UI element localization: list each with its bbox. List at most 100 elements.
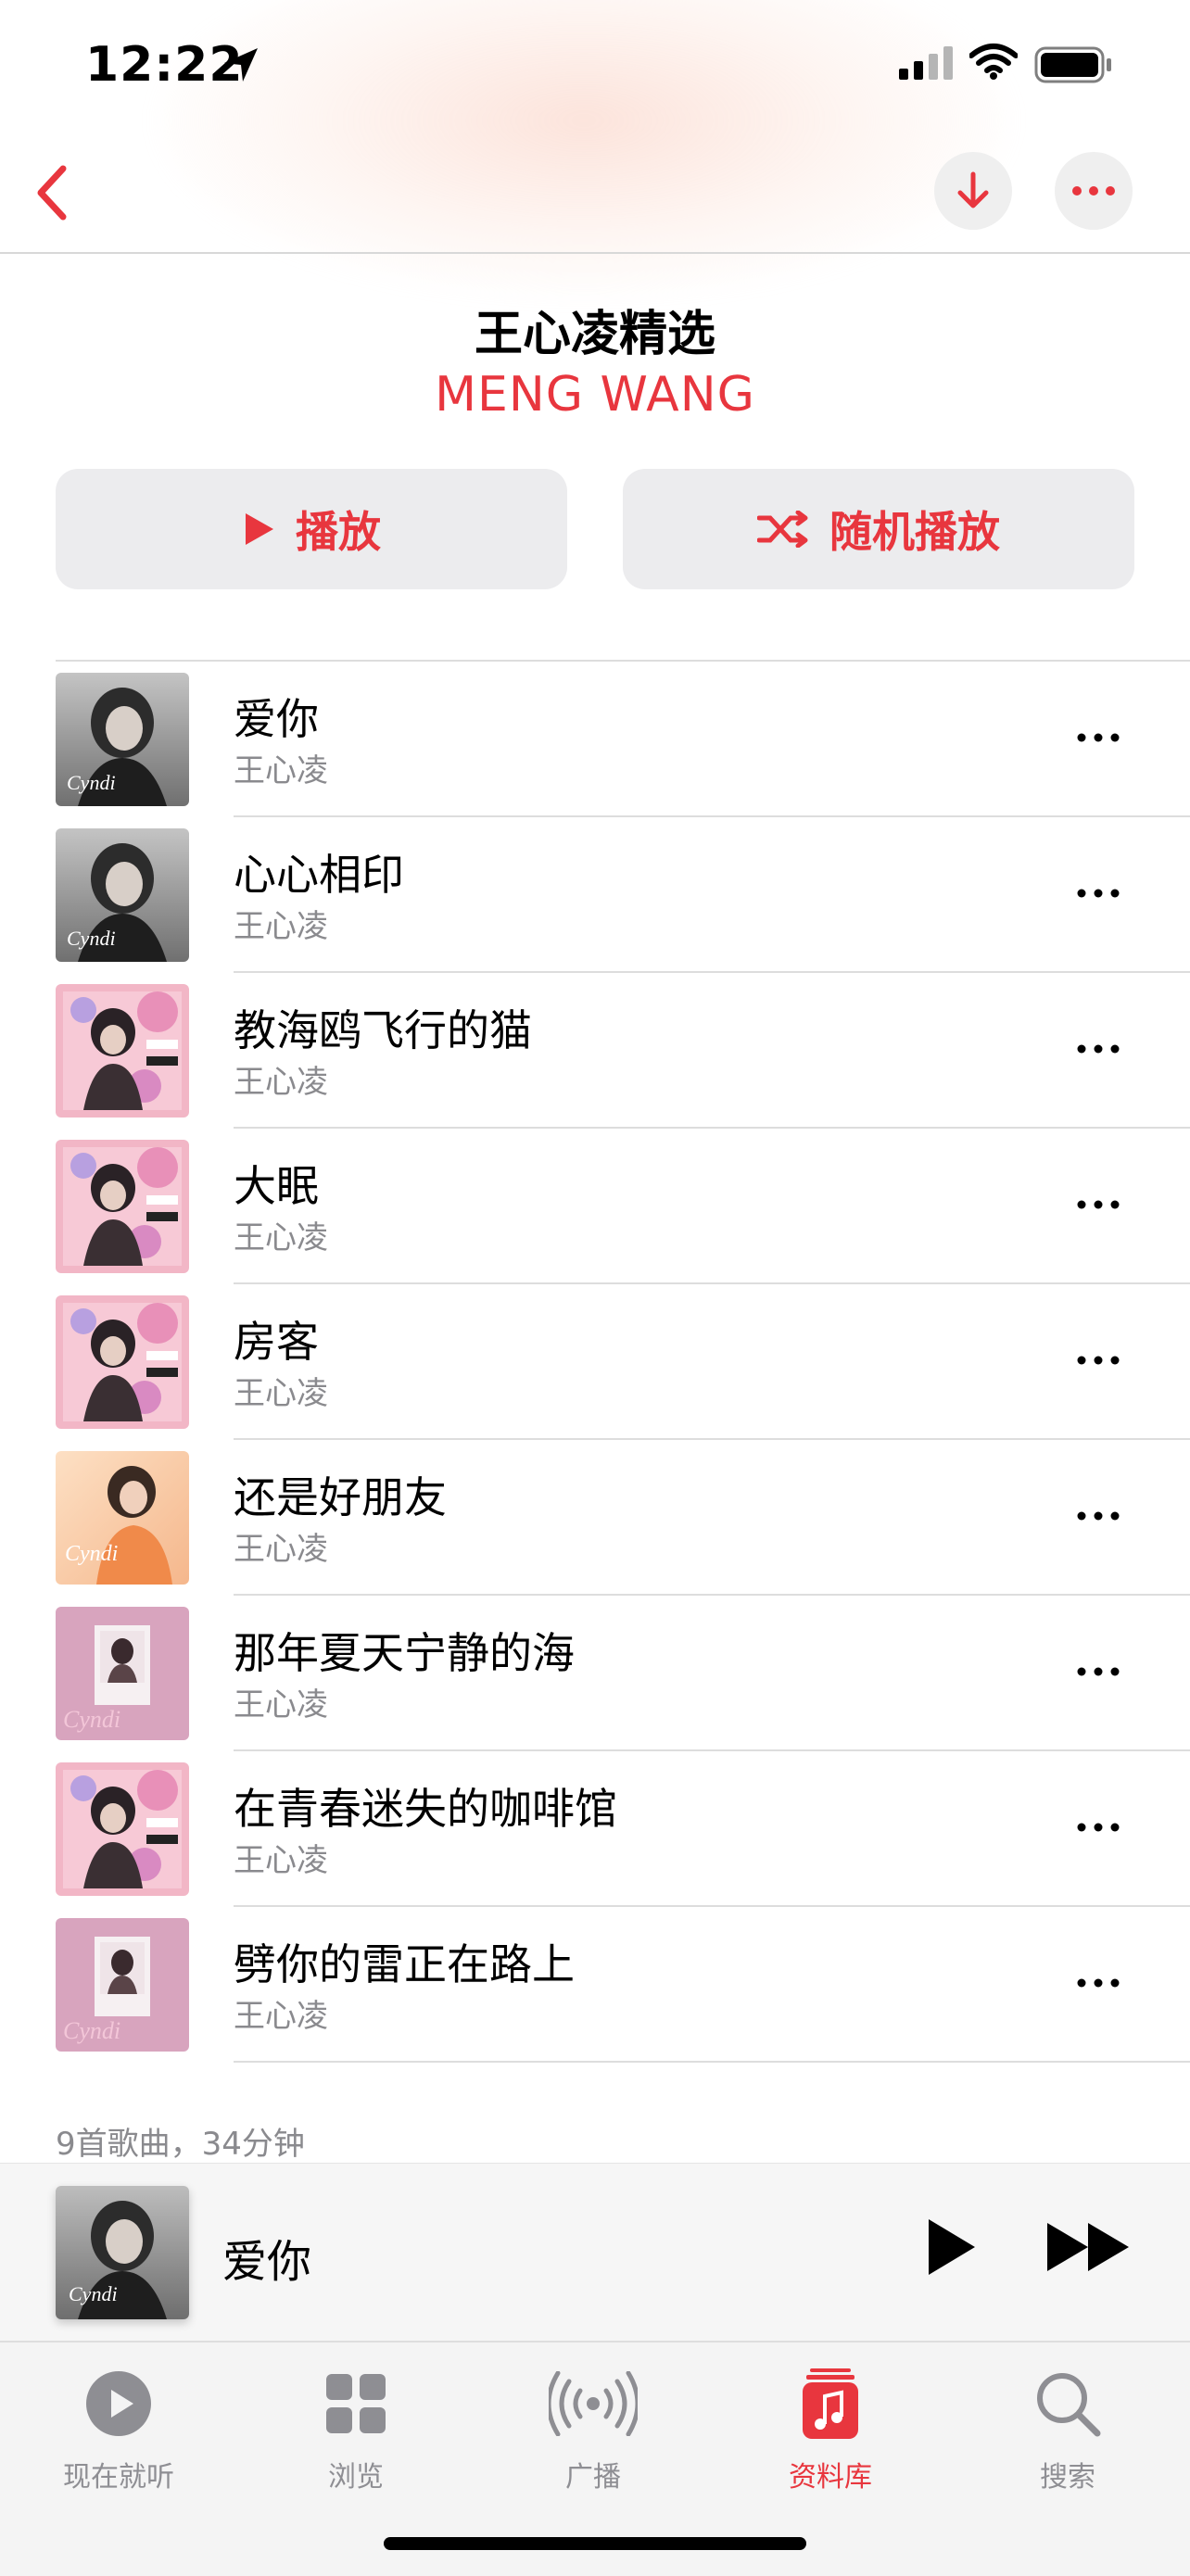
song-more-button[interactable]: [1066, 1651, 1131, 1692]
song-artwork: Cyndi: [56, 828, 189, 962]
song-more-button[interactable]: [1066, 1496, 1131, 1536]
song-artwork: Cyndi: [56, 673, 189, 806]
ellipsis-icon: [1077, 1511, 1120, 1521]
song-artwork: [56, 984, 189, 1118]
song-row[interactable]: Cyndi 还是好朋友王心凌: [0, 1440, 1190, 1596]
song-artist: 王心凌: [234, 1531, 328, 1568]
song-row[interactable]: 在青春迷失的咖啡馆王心凌: [0, 1751, 1190, 1907]
svg-text:Cyndi: Cyndi: [69, 2282, 118, 2305]
song-artist: 王心凌: [234, 1998, 328, 2035]
song-more-button[interactable]: [1066, 1184, 1131, 1225]
play-circle-icon: [86, 2371, 151, 2436]
tab-listen-now[interactable]: 现在就听: [26, 2361, 211, 2494]
more-options-button[interactable]: [1055, 152, 1133, 230]
song-artwork: Cyndi: [56, 1607, 189, 1740]
ellipsis-icon: [1077, 1978, 1120, 1988]
song-title: 爱你: [234, 694, 319, 744]
ellipsis-icon: [1077, 1823, 1120, 1832]
ellipsis-icon: [1077, 1667, 1120, 1676]
song-more-button[interactable]: [1066, 1029, 1131, 1069]
tab-label: 广播: [565, 2461, 621, 2494]
tab-radio[interactable]: 广播: [500, 2361, 686, 2494]
shuffle-label: 随机播放: [829, 507, 1000, 557]
status-time: 12:22: [85, 37, 244, 93]
ellipsis-icon: [1077, 1044, 1120, 1054]
song-row[interactable]: Cyndi 那年夏天宁静的海王心凌: [0, 1596, 1190, 1751]
search-icon: [1037, 2373, 1101, 2437]
song-artwork: [56, 1140, 189, 1273]
song-row[interactable]: Cyndi 心心相印王心凌: [0, 817, 1190, 973]
mini-player[interactable]: Cyndi 爱你: [0, 2163, 1190, 2342]
song-artwork: Cyndi: [56, 1918, 189, 2052]
now-playing-artwork: Cyndi: [56, 2186, 189, 2319]
tab-library[interactable]: 资料库: [738, 2361, 923, 2494]
song-row[interactable]: 教海鸥飞行的猫王心凌: [0, 973, 1190, 1129]
svg-text:Cyndi: Cyndi: [63, 1706, 120, 1733]
tab-label: 资料库: [789, 2461, 872, 2494]
location-arrow-icon: [224, 48, 258, 82]
song-title: 房客: [234, 1317, 319, 1367]
row-divider: [234, 2061, 1190, 2063]
song-artist: 王心凌: [234, 1375, 328, 1412]
tab-label: 浏览: [328, 2461, 384, 2494]
music-library-icon: [803, 2368, 858, 2439]
playlist-artist[interactable]: MENG WANG: [0, 367, 1190, 423]
song-artist: 王心凌: [234, 1064, 328, 1101]
playlist-summary: 9首歌曲，34分钟: [56, 2126, 305, 2163]
song-artist: 王心凌: [234, 1219, 328, 1256]
song-title: 那年夏天宁静的海: [234, 1628, 575, 1678]
tab-search[interactable]: 搜索: [975, 2361, 1160, 2494]
battery-icon: [1034, 46, 1111, 83]
song-more-button[interactable]: [1066, 873, 1131, 914]
song-more-button[interactable]: [1066, 1340, 1131, 1381]
status-bar: 12:22: [0, 0, 1190, 130]
wifi-icon: [969, 44, 1018, 80]
song-row[interactable]: Cyndi 劈你的雷正在路上王心凌: [0, 1907, 1190, 2063]
playlist-title: 王心凌精选: [474, 307, 715, 362]
download-button[interactable]: [934, 152, 1012, 230]
tab-browse[interactable]: 浏览: [263, 2361, 449, 2494]
song-row[interactable]: 房客 王心凌: [0, 1284, 1190, 1440]
ellipsis-icon: [1077, 1356, 1120, 1365]
song-title: 心心相印: [234, 850, 404, 900]
svg-text:Cyndi: Cyndi: [67, 927, 116, 950]
ellipsis-icon: [1072, 186, 1115, 196]
song-artwork: Cyndi: [56, 1451, 189, 1585]
song-artist: 王心凌: [234, 1842, 328, 1879]
grid-icon: [326, 2374, 386, 2433]
fast-forward-icon[interactable]: [1045, 2219, 1134, 2275]
broadcast-icon: [549, 2371, 638, 2436]
song-title: 还是好朋友: [234, 1472, 447, 1522]
ellipsis-icon: [1077, 889, 1120, 898]
now-playing-title: 爱你: [222, 2236, 312, 2288]
song-artist: 王心凌: [234, 908, 328, 945]
home-indicator: [384, 2537, 806, 2550]
play-icon: [246, 513, 273, 545]
svg-text:Cyndi: Cyndi: [67, 771, 116, 794]
play-button[interactable]: 播放: [56, 469, 567, 589]
mini-play-button-icon[interactable]: [923, 2216, 979, 2279]
song-artwork: [56, 1295, 189, 1429]
ellipsis-icon: [1077, 1200, 1120, 1209]
song-list: Cyndi 爱你 王心凌 Cyndi 心心相印 王心凌 教海鸥飞行的猫 王心凌 大眠 王心凌 房客王…: [0, 662, 1190, 2063]
song-more-button[interactable]: [1066, 1807, 1131, 1848]
ellipsis-icon: [1077, 733, 1120, 742]
song-artwork: [56, 1762, 189, 1896]
song-title: 大眠: [234, 1161, 319, 1211]
play-label: 播放: [296, 507, 381, 557]
song-artist: 王心凌: [234, 752, 328, 789]
song-title: 在青春迷失的咖啡馆: [234, 1784, 617, 1834]
song-row[interactable]: Cyndi 爱你王心凌: [0, 662, 1190, 817]
song-artist: 王心凌: [234, 1686, 328, 1724]
back-chevron-icon[interactable]: [32, 163, 72, 222]
tab-label: 搜索: [1040, 2461, 1095, 2494]
song-title: 教海鸥飞行的猫: [234, 1005, 532, 1055]
song-row[interactable]: 大眠 王心凌: [0, 1129, 1190, 1284]
navigation-bar: [0, 130, 1190, 254]
song-title: 劈你的雷正在路上: [234, 1939, 575, 1989]
song-more-button[interactable]: [1066, 717, 1131, 758]
tab-label: 现在就听: [63, 2461, 174, 2494]
download-arrow-icon: [957, 171, 989, 208]
shuffle-button[interactable]: 随机播放: [623, 469, 1134, 589]
song-more-button[interactable]: [1066, 1963, 1131, 2003]
